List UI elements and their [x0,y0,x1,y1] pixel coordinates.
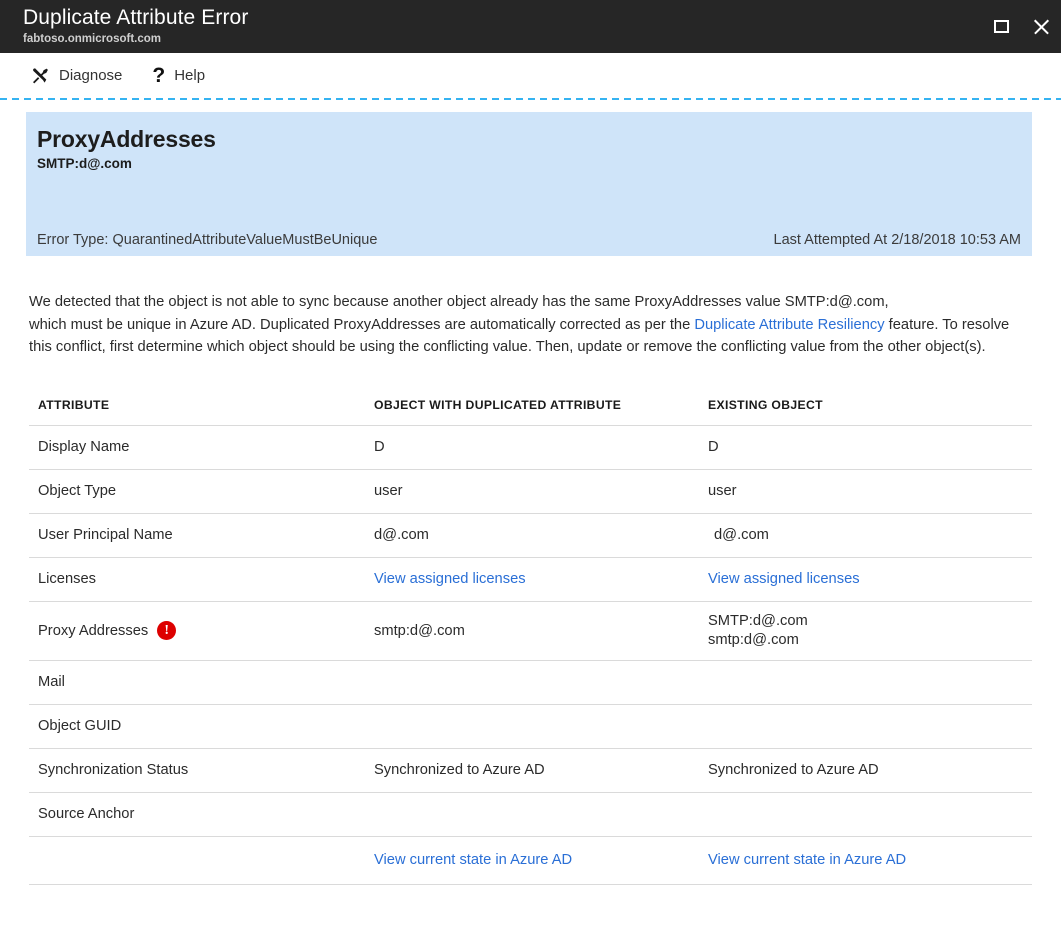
diagnose-label: Diagnose [59,67,123,84]
existing-proxy-line-1: SMTP:d@.com [708,612,808,629]
view-assigned-licenses-link-duplicated[interactable]: View assigned licenses [374,571,526,587]
view-current-state-link-existing[interactable]: View current state in Azure AD [708,852,906,868]
existing-proxy-line-2: smtp:d@.com [708,631,799,648]
error-banner: ProxyAddresses SMTP:d@.com Error Type: Q… [26,112,1032,256]
row-existing-upn: d@.com [714,527,769,543]
banner-attribute-name: ProxyAddresses [37,126,216,152]
table-row: Object Type user user [29,470,1032,514]
wrench-screwdriver-icon [30,66,50,86]
window-controls [981,0,1061,53]
table-header-row: ATTRIBUTE OBJECT WITH DUPLICATED ATTRIBU… [29,386,1032,426]
maximize-button[interactable] [981,7,1021,47]
row-duplicated-display-name: D [374,439,385,455]
row-label-proxy-addresses: Proxy Addresses ! [29,621,374,640]
row-label-display-name: Display Name [38,439,130,455]
row-label-object-type: Object Type [38,483,117,499]
table-row: Synchronization Status Synchronized to A… [29,749,1032,793]
error-type-text: Error Type: QuarantinedAttributeValueMus… [37,232,378,248]
window-subtitle: fabtoso.onmicrosoft.com [23,33,162,45]
row-label-mail: Mail [38,674,65,690]
view-assigned-licenses-link-existing[interactable]: View assigned licenses [708,571,860,587]
column-header-attribute: ATTRIBUTE [38,398,110,412]
column-header-existing: EXISTING OBJECT [708,398,823,412]
diagnose-button[interactable]: Diagnose [30,66,122,86]
window-title: Duplicate Attribute Error [23,6,249,29]
table-row: User Principal Name d@.com d@.com [29,514,1032,558]
row-label-upn: User Principal Name [38,527,173,543]
row-label-licenses: Licenses [38,571,96,587]
row-duplicated-object-type: user [374,483,403,499]
table-row: Licenses View assigned licenses View ass… [29,558,1032,602]
question-mark-icon: ? [152,64,166,87]
row-existing-display-name: D [708,439,719,455]
column-header-duplicated: OBJECT WITH DUPLICATED ATTRIBUTE [374,398,622,412]
proxy-addresses-label: Proxy Addresses [38,622,149,639]
table-row: Source Anchor [29,793,1032,837]
close-button[interactable] [1021,7,1061,47]
maximize-icon [993,20,1009,33]
close-icon [1032,18,1050,36]
table-row: Object GUID [29,705,1032,749]
banner-container: ProxyAddresses SMTP:d@.com Error Type: Q… [0,100,1061,256]
banner-footer: Error Type: QuarantinedAttributeValueMus… [37,232,1021,248]
window-titlebar: Duplicate Attribute Error fabtoso.onmicr… [0,0,1061,53]
description-part2: which must be unique in Azure AD. Duplic… [29,316,695,333]
table-footer-row: View current state in Azure AD View curr… [29,837,1032,885]
banner-attribute-value: SMTP:d@.com [37,156,132,171]
row-duplicated-upn: d@.com [374,527,429,543]
last-attempted-text: Last Attempted At 2/18/2018 10:53 AM [773,232,1021,248]
toolbar: Diagnose ? Help [0,53,1061,98]
table-row: Mail [29,661,1032,705]
error-exclamation-icon[interactable]: ! [157,621,177,640]
view-current-state-link-duplicated[interactable]: View current state in Azure AD [374,852,572,868]
table-row: Display Name D D [29,426,1032,470]
attribute-comparison-table: ATTRIBUTE OBJECT WITH DUPLICATED ATTRIBU… [29,386,1032,885]
table-row: Proxy Addresses ! smtp:d@.com SMTP:d@.co… [29,602,1032,661]
description-text: We detected that the object is not able … [29,291,1025,359]
row-duplicated-proxy-addresses: smtp:d@.com [374,622,465,639]
row-label-source-anchor: Source Anchor [38,806,135,822]
row-duplicated-sync-status: Synchronized to Azure AD [374,762,545,778]
help-button[interactable]: ? Help [152,65,205,86]
row-existing-proxy-addresses: SMTP:d@.com smtp:d@.com [708,612,1032,650]
description-part1: We detected that the object is not able … [29,294,889,310]
help-label: Help [174,67,206,84]
row-label-sync-status: Synchronization Status [38,762,189,778]
row-existing-sync-status: Synchronized to Azure AD [708,762,879,778]
row-existing-object-type: user [708,483,737,499]
row-label-object-guid: Object GUID [38,718,122,734]
duplicate-attribute-resiliency-link[interactable]: Duplicate Attribute Resiliency [694,317,884,333]
